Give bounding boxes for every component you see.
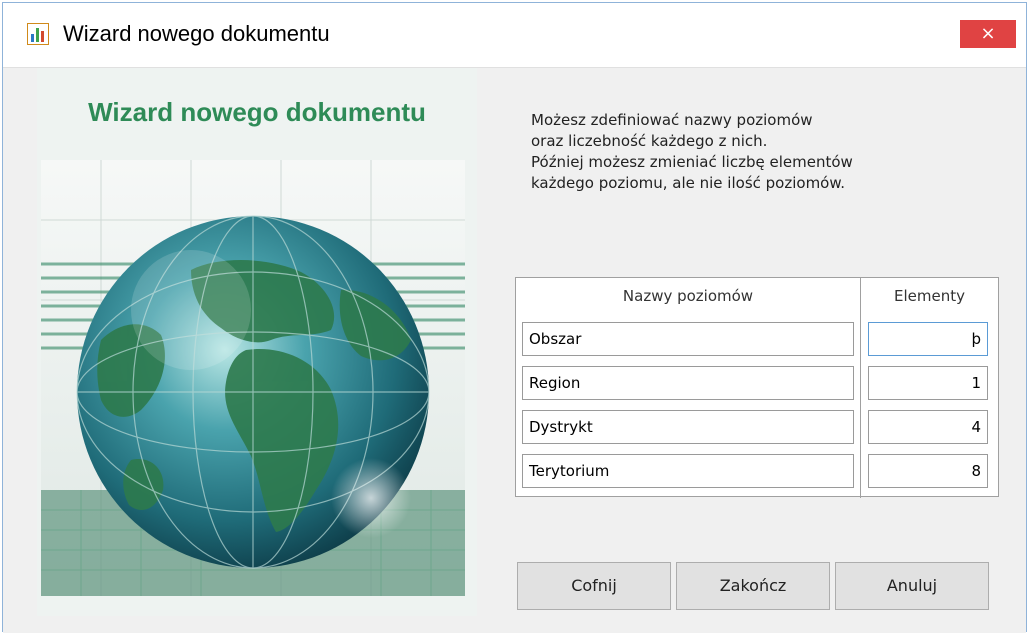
description-line: każdego poziomu, ale nie ilość poziomów. [531,174,846,192]
wizard-window: Wizard nowego dokumentu × Wizard nowego … [2,2,1027,633]
level-elements-input[interactable]: 4 [868,410,988,444]
description-line: Możesz zdefiniować nazwy poziomów [531,111,813,129]
level-elements-input[interactable]: 1 [868,366,988,400]
level-elements-input[interactable]: þ [868,322,988,356]
window-title: Wizard nowego dokumentu [63,21,330,46]
level-name-input[interactable]: Terytorium [522,454,854,488]
title-bar: Wizard nowego dokumentu × [3,3,1026,67]
level-name-input[interactable]: Dystrykt [522,410,854,444]
bar-chart-icon [27,23,49,45]
cancel-button[interactable]: Anuluj [835,562,989,610]
wizard-content: Wizard nowego dokumentu Możesz zdefiniow… [3,67,1026,633]
description-line: oraz liczebność każdego z nich. [531,132,768,150]
levels-table: Nazwy poziomów Elementy Obszar þ Region … [515,277,999,498]
wizard-description: Możesz zdefiniować nazwy poziomów oraz l… [531,110,971,194]
globe-image [41,160,465,596]
column-header-names: Nazwy poziomów [622,287,754,305]
description-line: Później możesz zmieniać liczbę elementów [531,153,853,171]
wizard-side-panel: Wizard nowego dokumentu [37,68,477,616]
level-elements-input[interactable]: 8 [868,454,988,488]
finish-button[interactable]: Zakończ [676,562,830,610]
level-name-input[interactable]: Region [522,366,854,400]
wizard-heading: Wizard nowego dokumentu [88,97,426,127]
back-button[interactable]: Cofnij [517,562,671,610]
level-name-input[interactable]: Obszar [522,322,854,356]
close-button[interactable]: × [960,20,1016,48]
